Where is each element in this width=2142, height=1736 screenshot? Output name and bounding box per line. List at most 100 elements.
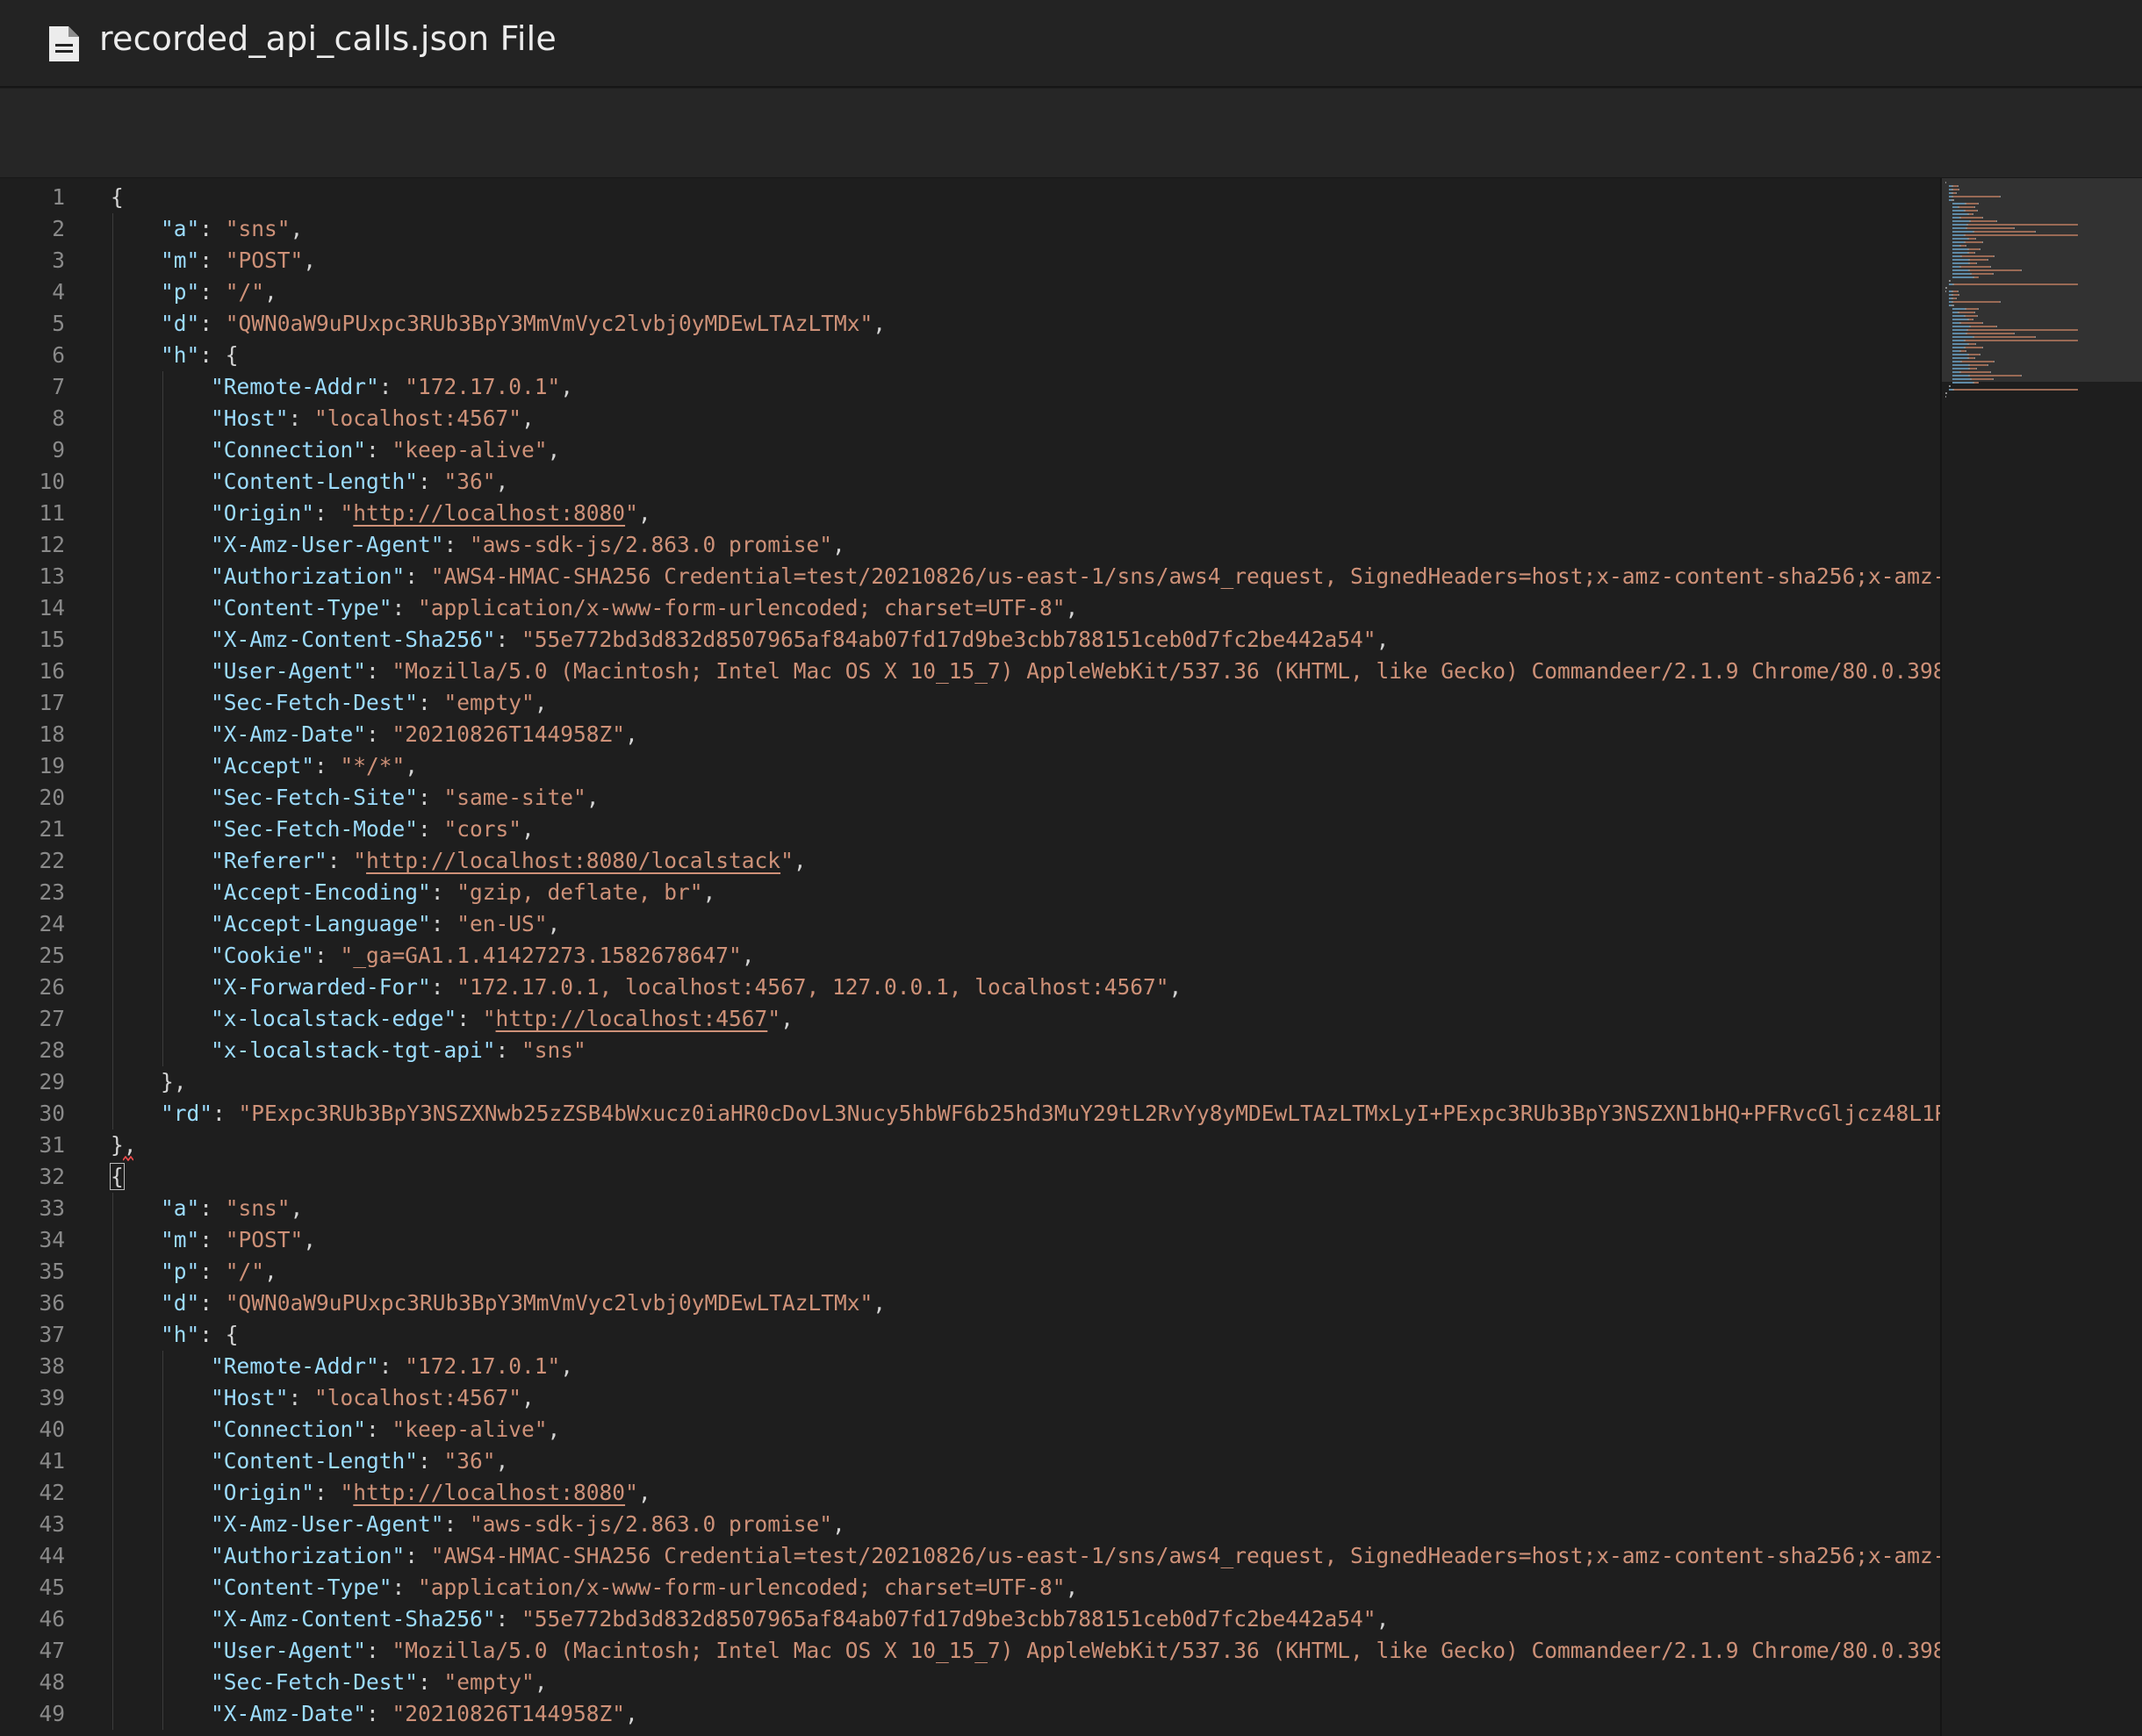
line-number: 39 (39, 1385, 65, 1410)
code-line[interactable]: "Accept-Language": "en-US", (211, 908, 560, 940)
indent-guide (112, 434, 113, 466)
code-line[interactable]: "Origin": "http://localhost:8080", (211, 1477, 651, 1509)
code-line[interactable]: "Content-Type": "application/x-www-form-… (211, 1572, 1078, 1603)
json-string: " (625, 1480, 638, 1505)
minimap-line (1982, 241, 1983, 243)
code-line[interactable]: "h": { (161, 1319, 239, 1351)
code-editor[interactable]: 1 {2 "a": "sns", 3 "m": "POST", 4 "p": "/", 5 "d… (0, 178, 1940, 1736)
code-line[interactable]: "Sec-Fetch-Dest": "empty", (211, 1667, 548, 1698)
code-line[interactable]: "X-Amz-Content-Sha256": "55e772bd3d832d8… (211, 624, 1389, 656)
code-line[interactable]: "m": "POST", (161, 245, 316, 276)
code-line[interactable]: "Accept": "*/*", (211, 750, 418, 782)
code-line[interactable]: "m": "POST", (161, 1224, 316, 1256)
code-line[interactable]: "Authorization": "AWS4-HMAC-SHA256 Crede… (211, 561, 1940, 592)
code-line[interactable]: "Content-Type": "application/x-www-form-… (211, 592, 1078, 624)
json-punctuation: , (560, 374, 574, 399)
code-line[interactable]: "a": "sns", (161, 1193, 303, 1224)
minimap-line (1959, 312, 1974, 313)
line-number: 42 (39, 1480, 65, 1505)
code-line[interactable]: "p": "/", (161, 276, 277, 308)
code-line[interactable]: "Referer": "http://localhost:8080/locals… (211, 845, 807, 877)
minimap-line (1956, 192, 1957, 194)
indent-guide (112, 1035, 113, 1066)
line-number: 16 (39, 658, 65, 684)
json-punctuation: : (199, 1290, 226, 1316)
minimap-viewport[interactable] (1942, 178, 2142, 382)
json-punctuation: : (443, 532, 471, 557)
json-link[interactable]: http://localhost:4567 (496, 1006, 768, 1031)
code-line[interactable]: "d": "QWN0aW9uPUxpc3RUb3BpY3MmVmVyc2lvbj… (161, 308, 886, 340)
json-link[interactable]: http://localhost:8080/localstack (366, 848, 780, 873)
json-punctuation: : (418, 785, 444, 810)
code-line[interactable]: "Connection": "keep-alive", (211, 1414, 560, 1445)
line-number: 28 (39, 1037, 65, 1063)
code-line[interactable]: "X-Amz-User-Agent": "aws-sdk-js/2.863.0 … (211, 529, 845, 561)
minimap-line (1961, 371, 1990, 373)
code-line[interactable]: "x-localstack-tgt-api": "sns" (211, 1035, 586, 1066)
json-punctuation: : (495, 1606, 522, 1632)
json-punctuation: : (366, 721, 392, 747)
indent-guide (112, 624, 113, 656)
line-number: 25 (39, 943, 65, 968)
code-line[interactable]: "Host": "localhost:4567", (211, 403, 535, 434)
code-line[interactable]: "Sec-Fetch-Site": "same-site", (211, 782, 600, 814)
code-line[interactable]: "d": "QWN0aW9uPUxpc3RUb3BpY3MmVmVyc2lvbj… (161, 1288, 886, 1319)
line-number: 17 (39, 690, 65, 715)
minimap-line (1952, 347, 1964, 348)
line-number: 3 (52, 247, 65, 273)
indent-guide (162, 1003, 163, 1035)
code-line[interactable]: "rd": "PExpc3RUb3BpY3NSZXNwb25zZSB4bWxuc… (161, 1098, 1940, 1130)
code-line[interactable]: "Authorization": "AWS4-HMAC-SHA256 Crede… (211, 1540, 1940, 1572)
code-line[interactable]: "X-Amz-User-Agent": "aws-sdk-js/2.863.0 … (211, 1509, 845, 1540)
code-line[interactable]: "X-Amz-Date": "20210826T144958Z", (211, 719, 638, 750)
json-key: "User-Agent" (211, 658, 367, 684)
minimap-line (1953, 196, 2000, 197)
indent-guide (112, 1224, 113, 1256)
code-line[interactable]: "Origin": "http://localhost:8080", (211, 498, 651, 529)
code-line[interactable]: "Accept-Encoding": "gzip, deflate, br", (211, 877, 715, 908)
code-line[interactable]: "Remote-Addr": "172.17.0.1", (211, 371, 573, 403)
json-punctuation: : (405, 563, 431, 589)
json-punctuation: , (521, 816, 535, 842)
code-line[interactable]: "Content-Length": "36", (211, 1445, 508, 1477)
json-punctuation: , (303, 247, 317, 273)
code-line[interactable]: "X-Amz-Content-Sha256": "55e772bd3d832d8… (211, 1603, 1389, 1635)
minimap-line (1963, 255, 1993, 257)
code-line[interactable]: "User-Agent": "Mozilla/5.0 (Macintosh; I… (211, 656, 1940, 687)
code-line[interactable]: "Cookie": "_ga=GA1.1.41427273.1582678647… (211, 940, 755, 972)
json-punctuation: , (873, 311, 887, 336)
json-key: "Content-Length" (211, 1448, 419, 1474)
minimap-line (1952, 276, 1973, 278)
code-line[interactable]: "Connection": "keep-alive", (211, 434, 560, 466)
indent-guide (162, 592, 163, 624)
code-line[interactable]: "X-Amz-Date": "20210826T144958Z", (211, 1698, 638, 1730)
json-key: "m" (161, 247, 200, 273)
json-string: " (780, 848, 794, 873)
json-link[interactable]: http://localhost:8080 (353, 500, 625, 526)
code-line[interactable]: "Host": "localhost:4567", (211, 1382, 535, 1414)
minimap-line (1952, 305, 1954, 306)
code-line[interactable]: "a": "sns", (161, 213, 303, 245)
code-line[interactable]: "Content-Length": "36", (211, 466, 508, 498)
code-line[interactable]: { (110, 1161, 125, 1193)
minimap[interactable] (1940, 178, 2142, 1736)
line-number: 4 (52, 279, 65, 305)
minimap-line (1974, 382, 1979, 384)
minimap-line (1952, 378, 1970, 380)
code-line[interactable]: "Remote-Addr": "172.17.0.1", (211, 1351, 573, 1382)
code-line[interactable]: "Sec-Fetch-Dest": "empty", (211, 687, 548, 719)
line-number: 26 (39, 974, 65, 1000)
code-line[interactable]: "h": { (161, 340, 239, 371)
minimap-line (1987, 364, 1988, 366)
code-line[interactable]: "Sec-Fetch-Mode": "cors", (211, 814, 535, 845)
code-line[interactable]: "X-Forwarded-For": "172.17.0.1, localhos… (211, 972, 1182, 1003)
json-punctuation: : (212, 1101, 239, 1126)
json-link[interactable]: http://localhost:8080 (353, 1480, 625, 1505)
json-punctuation: , (290, 1195, 304, 1221)
code-line[interactable]: }, (161, 1066, 187, 1098)
code-line[interactable]: "p": "/", (161, 1256, 277, 1288)
code-line[interactable]: { (111, 182, 124, 213)
json-punctuation: , (547, 1417, 561, 1442)
code-line[interactable]: "User-Agent": "Mozilla/5.0 (Macintosh; I… (211, 1635, 1940, 1667)
code-line[interactable]: "x-localstack-edge": "http://localhost:4… (211, 1003, 794, 1035)
